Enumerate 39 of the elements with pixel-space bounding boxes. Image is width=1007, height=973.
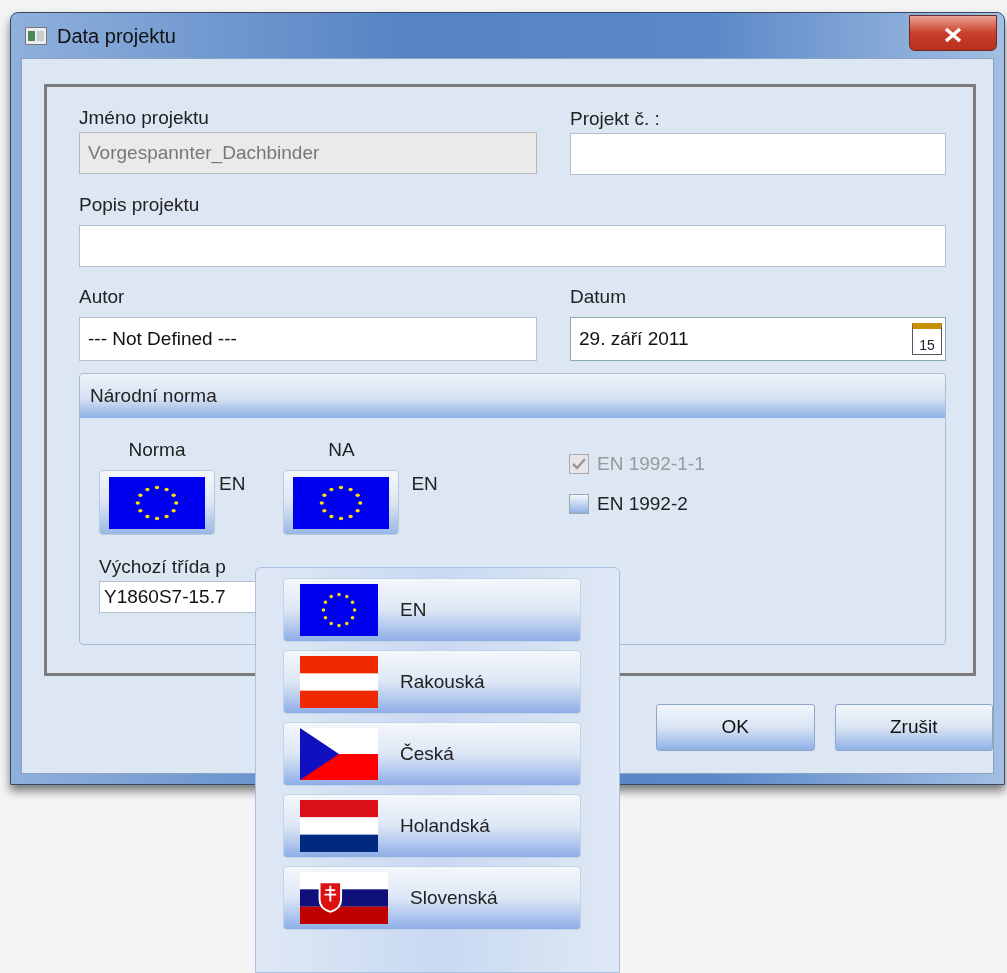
field-label: Autor	[79, 285, 126, 309]
menu-item[interactable]: Rakouská	[283, 650, 581, 714]
flag-button[interactable]	[283, 470, 400, 535]
flag-icon	[300, 872, 388, 924]
flag-icon	[300, 584, 378, 636]
menu-item[interactable]: Holandská	[283, 794, 581, 858]
standard-code: EN	[219, 472, 246, 496]
menu-item[interactable]: Slovenská	[283, 866, 581, 930]
date-field[interactable]: 29. září 2011 15	[570, 317, 946, 361]
checkbox-label: EN 1992-1-1	[597, 452, 705, 476]
menu-item[interactable]: Česká	[283, 722, 581, 786]
flag-button[interactable]	[99, 470, 215, 535]
field-label: NA	[328, 438, 355, 462]
calendar-button[interactable]: 15	[912, 323, 942, 355]
field-label: Norma	[128, 438, 186, 462]
field-label: Datum	[570, 285, 627, 309]
close-button[interactable]	[909, 15, 997, 51]
flag-icon	[300, 656, 378, 708]
checkbox[interactable]	[569, 494, 589, 514]
standard-code: EN	[411, 472, 438, 496]
flag-icon	[300, 728, 378, 780]
dialog-button[interactable]: OK	[656, 704, 815, 751]
field-label: Projekt č. :	[570, 107, 661, 131]
flag-icon	[300, 800, 378, 852]
dialog-button[interactable]: Zrušit	[834, 704, 993, 751]
close-icon	[943, 26, 963, 43]
section-header: Národní norma	[80, 374, 945, 418]
window-title: Data projektu	[57, 23, 176, 49]
window-icon	[25, 26, 47, 45]
flag-icon	[109, 476, 205, 529]
field-label: Výchozí třída p	[99, 555, 227, 579]
description-field[interactable]	[79, 225, 946, 267]
field-label: Popis projektu	[79, 193, 201, 217]
project-number-field[interactable]	[570, 133, 946, 175]
flag-icon	[293, 476, 390, 529]
author-field[interactable]: --- Not Defined ---	[79, 317, 537, 361]
menu-item[interactable]: EN	[283, 578, 581, 642]
field-label: Jméno projektu	[79, 106, 210, 130]
checkbox-label: EN 1992-2	[597, 492, 688, 516]
